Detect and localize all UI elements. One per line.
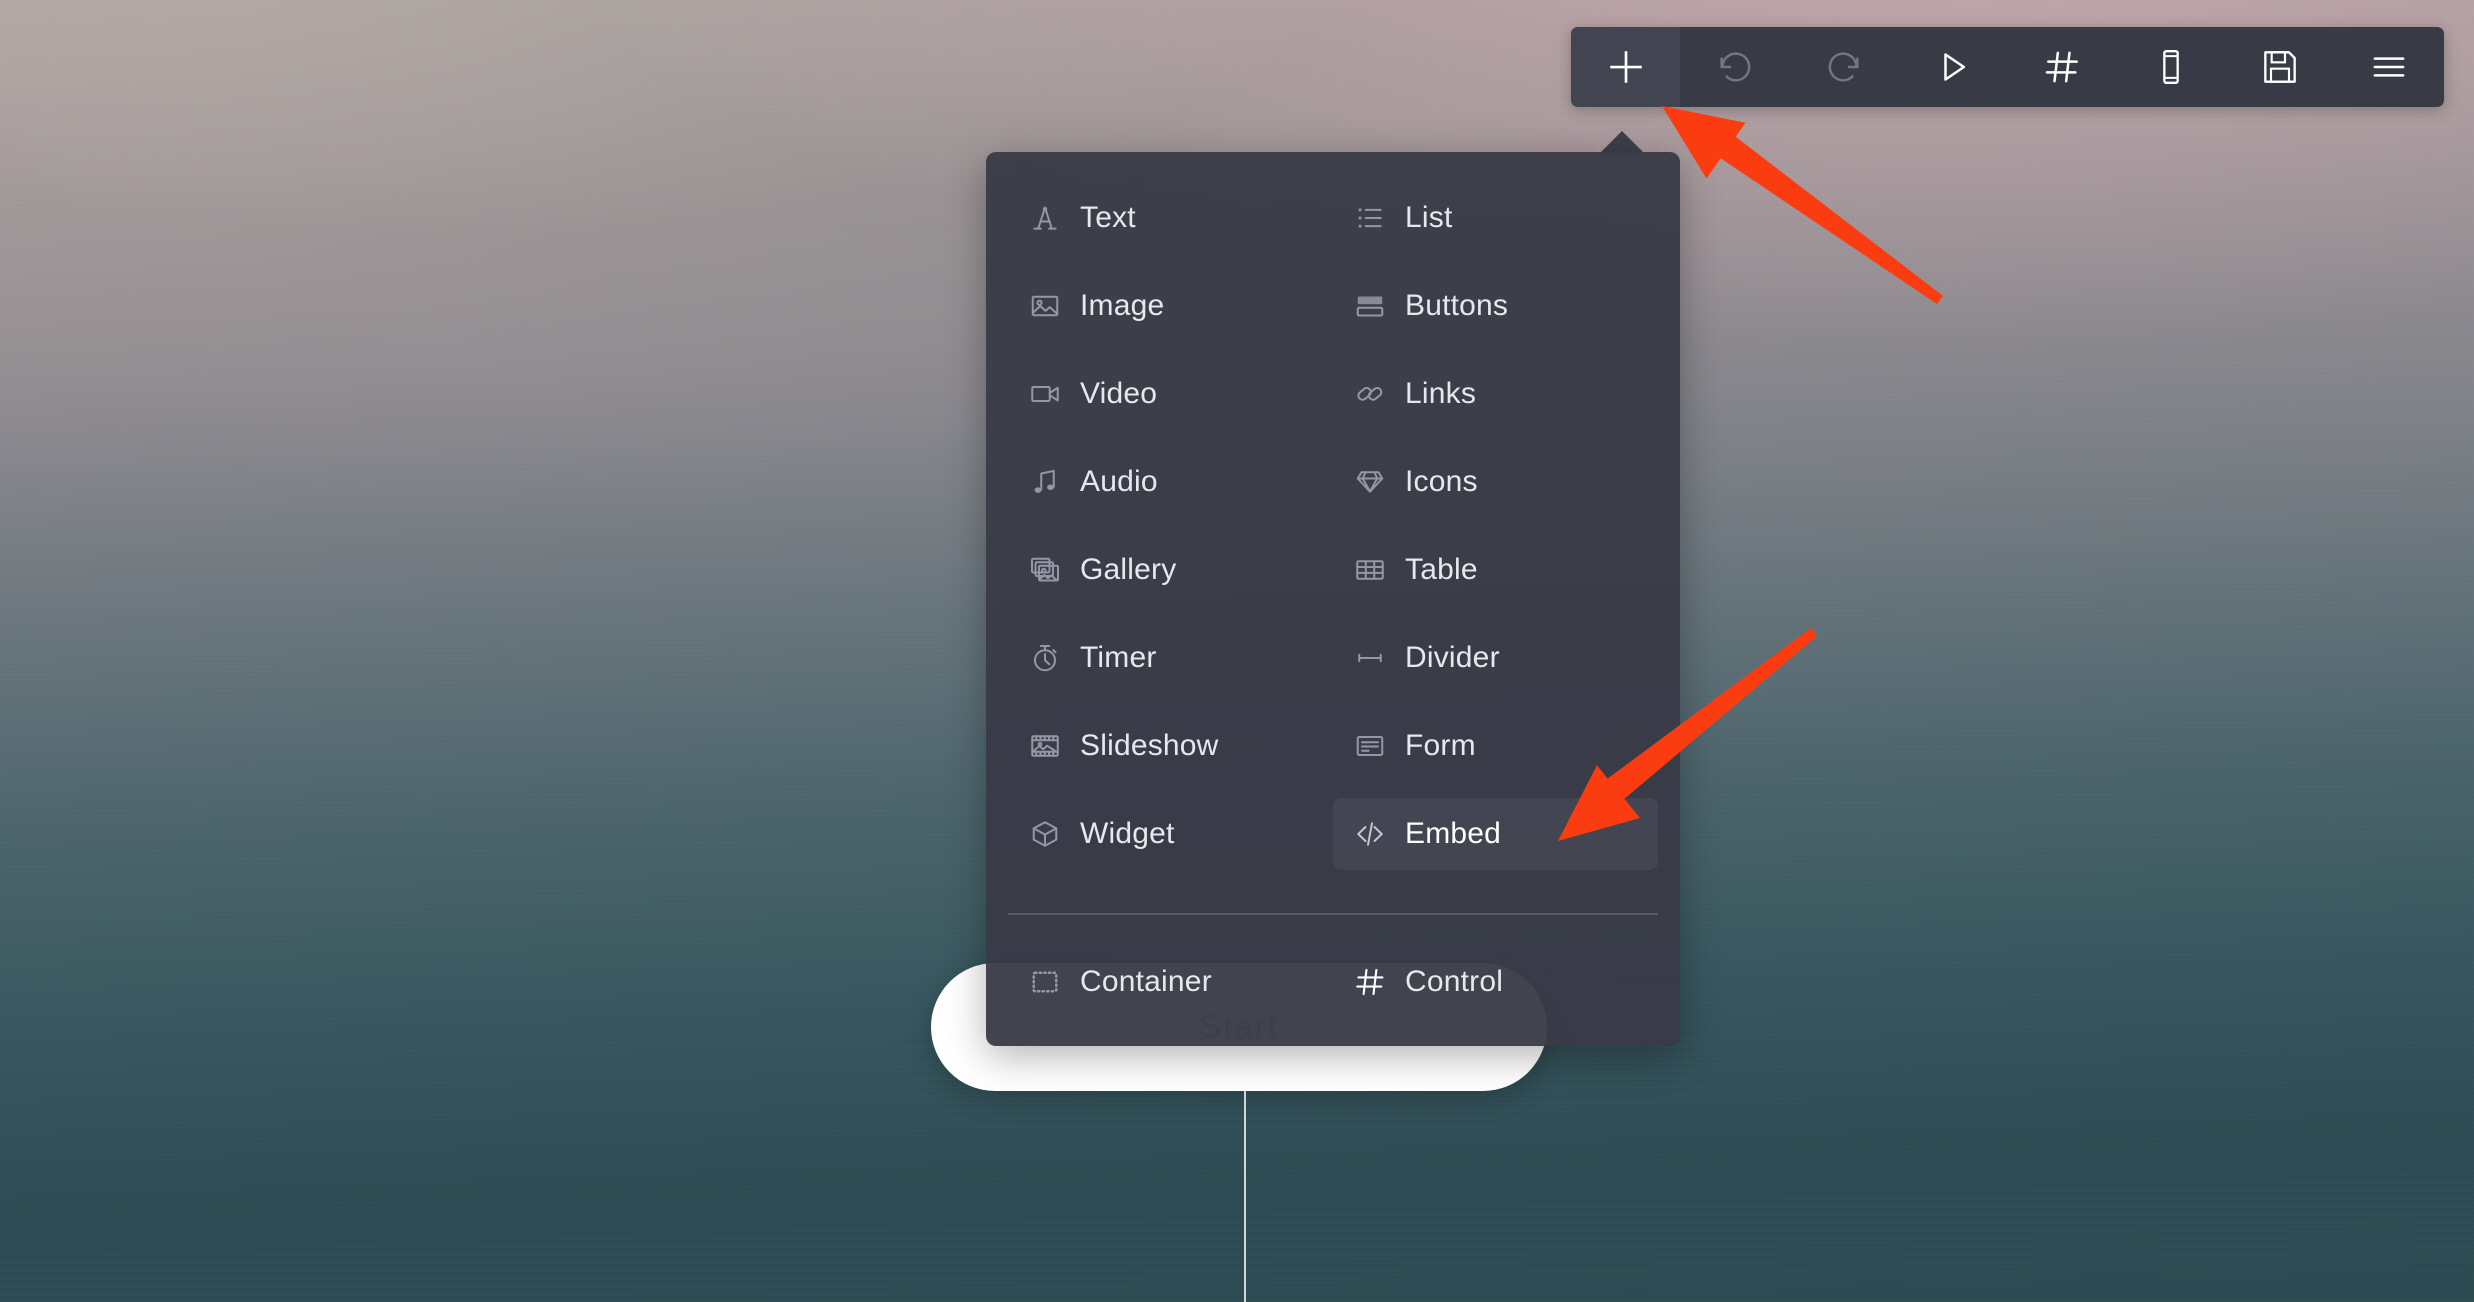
- insert-item-label: Slideshow: [1080, 729, 1219, 762]
- insert-item-label: Control: [1405, 965, 1504, 998]
- play-icon: [1933, 47, 1973, 87]
- undo-button[interactable]: [1680, 27, 1789, 107]
- list-icon: [1353, 201, 1387, 235]
- slideshow-icon: [1028, 729, 1062, 763]
- insert-item-label: Gallery: [1080, 553, 1177, 586]
- editor-toolbar: [1571, 27, 2444, 107]
- dashed-square-icon: [1028, 965, 1062, 999]
- save-button[interactable]: [2226, 27, 2335, 107]
- insert-item-form[interactable]: Form: [1333, 710, 1658, 782]
- insert-item-timer[interactable]: Timer: [1008, 622, 1333, 694]
- insert-item-label: Widget: [1080, 817, 1175, 850]
- diamond-icon: [1353, 465, 1387, 499]
- insert-item-list[interactable]: List: [1333, 182, 1658, 254]
- insert-panel-secondary-grid: Container Control: [986, 938, 1680, 1026]
- insert-item-label: Links: [1405, 377, 1477, 410]
- insert-item-audio[interactable]: Audio: [1008, 446, 1333, 518]
- floppy-icon: [2260, 47, 2300, 87]
- image-icon: [1028, 289, 1062, 323]
- table-icon: [1353, 553, 1387, 587]
- redo-button[interactable]: [1789, 27, 1898, 107]
- cube-icon: [1028, 817, 1062, 851]
- hamburger-icon: [2369, 47, 2409, 87]
- insert-panel-divider: [1008, 913, 1658, 915]
- insert-panel-primary-grid: Text List Image Buttons Video Links Audio Icons…: [986, 174, 1680, 878]
- insert-item-gallery[interactable]: Gallery: [1008, 534, 1333, 606]
- insert-item-label: Form: [1405, 729, 1476, 762]
- menu-button[interactable]: [2335, 27, 2444, 107]
- video-icon: [1028, 377, 1062, 411]
- gallery-icon: [1028, 553, 1062, 587]
- mobile-icon: [2151, 47, 2191, 87]
- insert-item-widget[interactable]: Widget: [1008, 798, 1333, 870]
- insert-panel-caret: [1600, 131, 1644, 153]
- undo-icon: [1715, 47, 1755, 87]
- letter-a-icon: [1028, 201, 1062, 235]
- code-icon: [1353, 817, 1387, 851]
- redo-icon: [1824, 47, 1864, 87]
- insert-item-label: Embed: [1405, 817, 1502, 850]
- insert-item-label: Icons: [1405, 465, 1478, 498]
- form-icon: [1353, 729, 1387, 763]
- insert-item-control[interactable]: Control: [1333, 946, 1658, 1018]
- insert-item-label: Buttons: [1405, 289, 1509, 322]
- insert-item-label: Audio: [1080, 465, 1158, 498]
- insert-item-icons[interactable]: Icons: [1333, 446, 1658, 518]
- insert-item-label: List: [1405, 201, 1453, 234]
- insert-item-links[interactable]: Links: [1333, 358, 1658, 430]
- insert-item-container[interactable]: Container: [1008, 946, 1333, 1018]
- preview-button[interactable]: [1898, 27, 2007, 107]
- insert-item-label: Table: [1405, 553, 1478, 586]
- insert-item-divider[interactable]: Divider: [1333, 622, 1658, 694]
- insert-item-label: Timer: [1080, 641, 1157, 674]
- links-icon: [1353, 377, 1387, 411]
- buttons-icon: [1353, 289, 1387, 323]
- insert-item-label: Container: [1080, 965, 1212, 998]
- add-button[interactable]: [1571, 27, 1681, 107]
- insert-item-label: Text: [1080, 201, 1136, 234]
- insert-element-panel: Text List Image Buttons Video Links Audio Icons…: [986, 152, 1680, 1046]
- insert-item-image[interactable]: Image: [1008, 270, 1333, 342]
- insert-item-text[interactable]: Text: [1008, 182, 1333, 254]
- insert-item-table[interactable]: Table: [1333, 534, 1658, 606]
- insert-item-video[interactable]: Video: [1008, 358, 1333, 430]
- divider-icon: [1353, 641, 1387, 675]
- insert-item-label: Divider: [1405, 641, 1500, 674]
- grid-button[interactable]: [2008, 27, 2117, 107]
- insert-item-buttons[interactable]: Buttons: [1333, 270, 1658, 342]
- insert-item-label: Video: [1080, 377, 1158, 410]
- hash-icon: [2042, 47, 2082, 87]
- stopwatch-icon: [1028, 641, 1062, 675]
- hash-icon: [1353, 965, 1387, 999]
- insert-item-slideshow[interactable]: Slideshow: [1008, 710, 1333, 782]
- flow-connector-line: [1244, 1091, 1246, 1302]
- audio-note-icon: [1028, 465, 1062, 499]
- insert-item-label: Image: [1080, 289, 1165, 322]
- insert-item-embed[interactable]: Embed: [1333, 798, 1658, 870]
- plus-icon: [1605, 46, 1647, 88]
- device-button[interactable]: [2117, 27, 2226, 107]
